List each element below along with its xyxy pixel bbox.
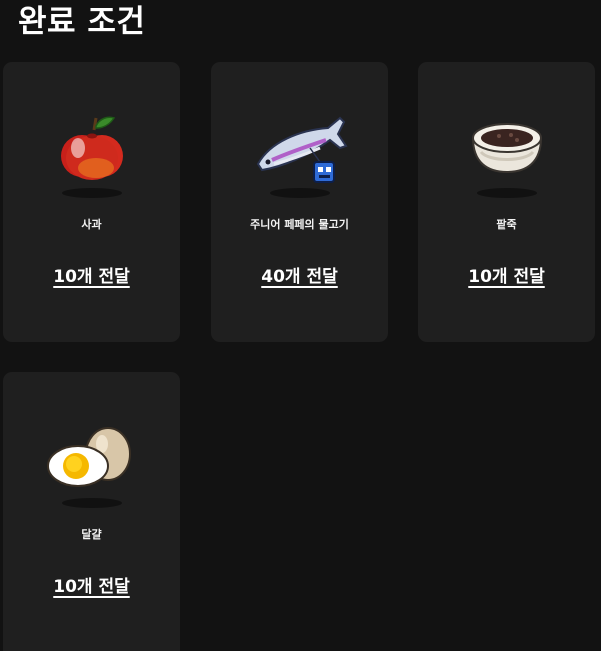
apple-icon [3, 112, 180, 200]
item-card: 사과 10개 전달 [3, 62, 180, 342]
delivery-requirement-link[interactable]: 10개 전달 [418, 262, 595, 287]
red-bean-porridge-icon [418, 112, 595, 200]
item-name: 주니어 페페의 물고기 [250, 218, 349, 231]
item-name: 달걀 [81, 528, 102, 541]
item-card: 팥죽 10개 전달 [418, 62, 595, 342]
delivery-requirement-link[interactable]: 10개 전달 [3, 572, 180, 597]
item-card: 주니어 페페의 물고기 40개 전달 [211, 62, 388, 342]
item-name: 사과 [81, 218, 102, 231]
item-name: 팥죽 [496, 218, 517, 231]
boiled-egg-icon [3, 422, 180, 510]
delivery-requirement-link[interactable]: 10개 전달 [3, 262, 180, 287]
item-card: 달걀 10개 전달 [3, 372, 180, 651]
fish-icon [211, 112, 388, 200]
delivery-requirement-link[interactable]: 40개 전달 [211, 262, 388, 287]
page-title: 완료 조건 [18, 4, 146, 40]
